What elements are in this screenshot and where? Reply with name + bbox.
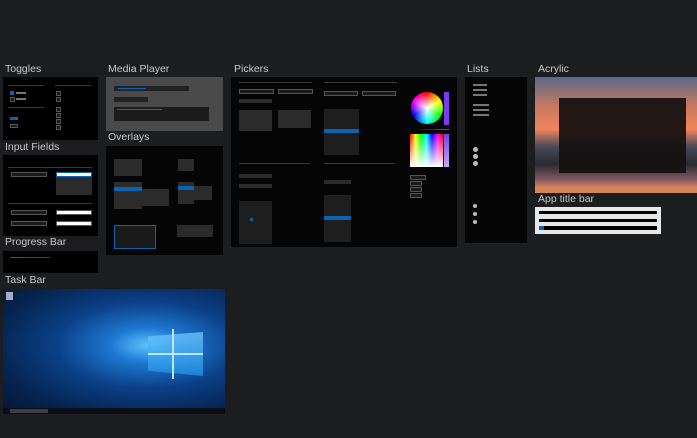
frame-label-progress-bar[interactable]: Progress Bar [5,236,66,248]
acrylic-frame[interactable] [535,77,697,193]
app-title-bar-frame[interactable] [535,207,661,234]
frame-label-acrylic[interactable]: Acrylic [538,63,569,75]
input-fields-frame[interactable] [3,155,98,236]
color-wheel[interactable] [411,92,443,124]
frame-label-toggles[interactable]: Toggles [5,63,41,75]
taskbar-search-box[interactable] [10,409,48,413]
frame-label-app-title-bar[interactable]: App title bar [538,193,594,205]
color-spectrum[interactable] [410,134,443,167]
progress-bar-fill [10,257,25,258]
acrylic-panel [559,98,686,173]
frame-label-lists[interactable]: Lists [467,63,489,75]
recycle-bin-icon[interactable] [6,292,13,300]
frame-label-overlays[interactable]: Overlays [108,131,149,143]
toggles-frame[interactable] [3,77,98,140]
media-player-frame[interactable] [106,77,223,131]
overlays-frame[interactable] [106,146,223,255]
frame-label-pickers[interactable]: Pickers [234,63,268,75]
taskbar[interactable] [3,408,225,414]
frame-label-input-fields[interactable]: Input Fields [5,141,59,153]
task-bar-frame[interactable] [3,289,225,414]
progress-bar-frame[interactable] [3,251,98,273]
frame-label-task-bar[interactable]: Task Bar [5,274,46,286]
lists-frame[interactable] [465,77,527,243]
pickers-frame[interactable] [231,77,457,247]
frame-label-media-player[interactable]: Media Player [108,63,169,75]
